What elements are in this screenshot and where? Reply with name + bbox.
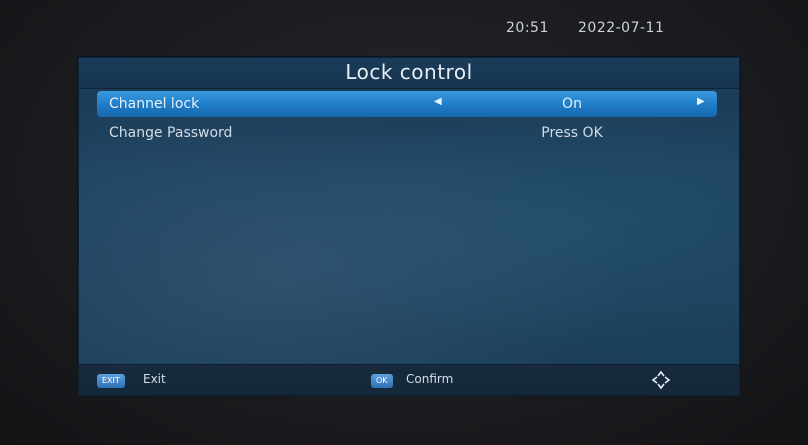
change-password-value: Press OK bbox=[541, 125, 603, 141]
clock: 20:51 bbox=[506, 20, 549, 36]
ok-key-icon[interactable]: OK bbox=[371, 374, 393, 388]
arrow-left-icon[interactable]: ◀ bbox=[434, 96, 442, 107]
channel-lock-value: On bbox=[562, 96, 582, 112]
page-title: Lock control bbox=[345, 60, 473, 84]
exit-hint: Exit bbox=[143, 372, 166, 386]
navigation-arrows-icon bbox=[651, 370, 671, 390]
exit-key-icon[interactable]: EXIT bbox=[97, 374, 125, 388]
menu-item-channel-lock[interactable]: Channel lock ◀ On ▶ bbox=[97, 91, 717, 117]
change-password-label: Change Password bbox=[109, 125, 233, 141]
menu-item-change-password[interactable]: Change Password Press OK bbox=[97, 120, 717, 146]
tv-screen: 20:51 2022-07-11 Lock control Channel lo… bbox=[0, 0, 808, 445]
channel-lock-label: Channel lock bbox=[109, 96, 200, 112]
lock-control-panel: Lock control Channel lock ◀ On ▶ Change … bbox=[78, 57, 740, 367]
arrow-right-icon[interactable]: ▶ bbox=[697, 96, 705, 107]
date: 2022-07-11 bbox=[578, 20, 665, 36]
panel-header: Lock control bbox=[79, 58, 739, 89]
footer-hint-bar: EXIT Exit OK Confirm bbox=[78, 364, 740, 396]
confirm-hint: Confirm bbox=[406, 372, 454, 386]
